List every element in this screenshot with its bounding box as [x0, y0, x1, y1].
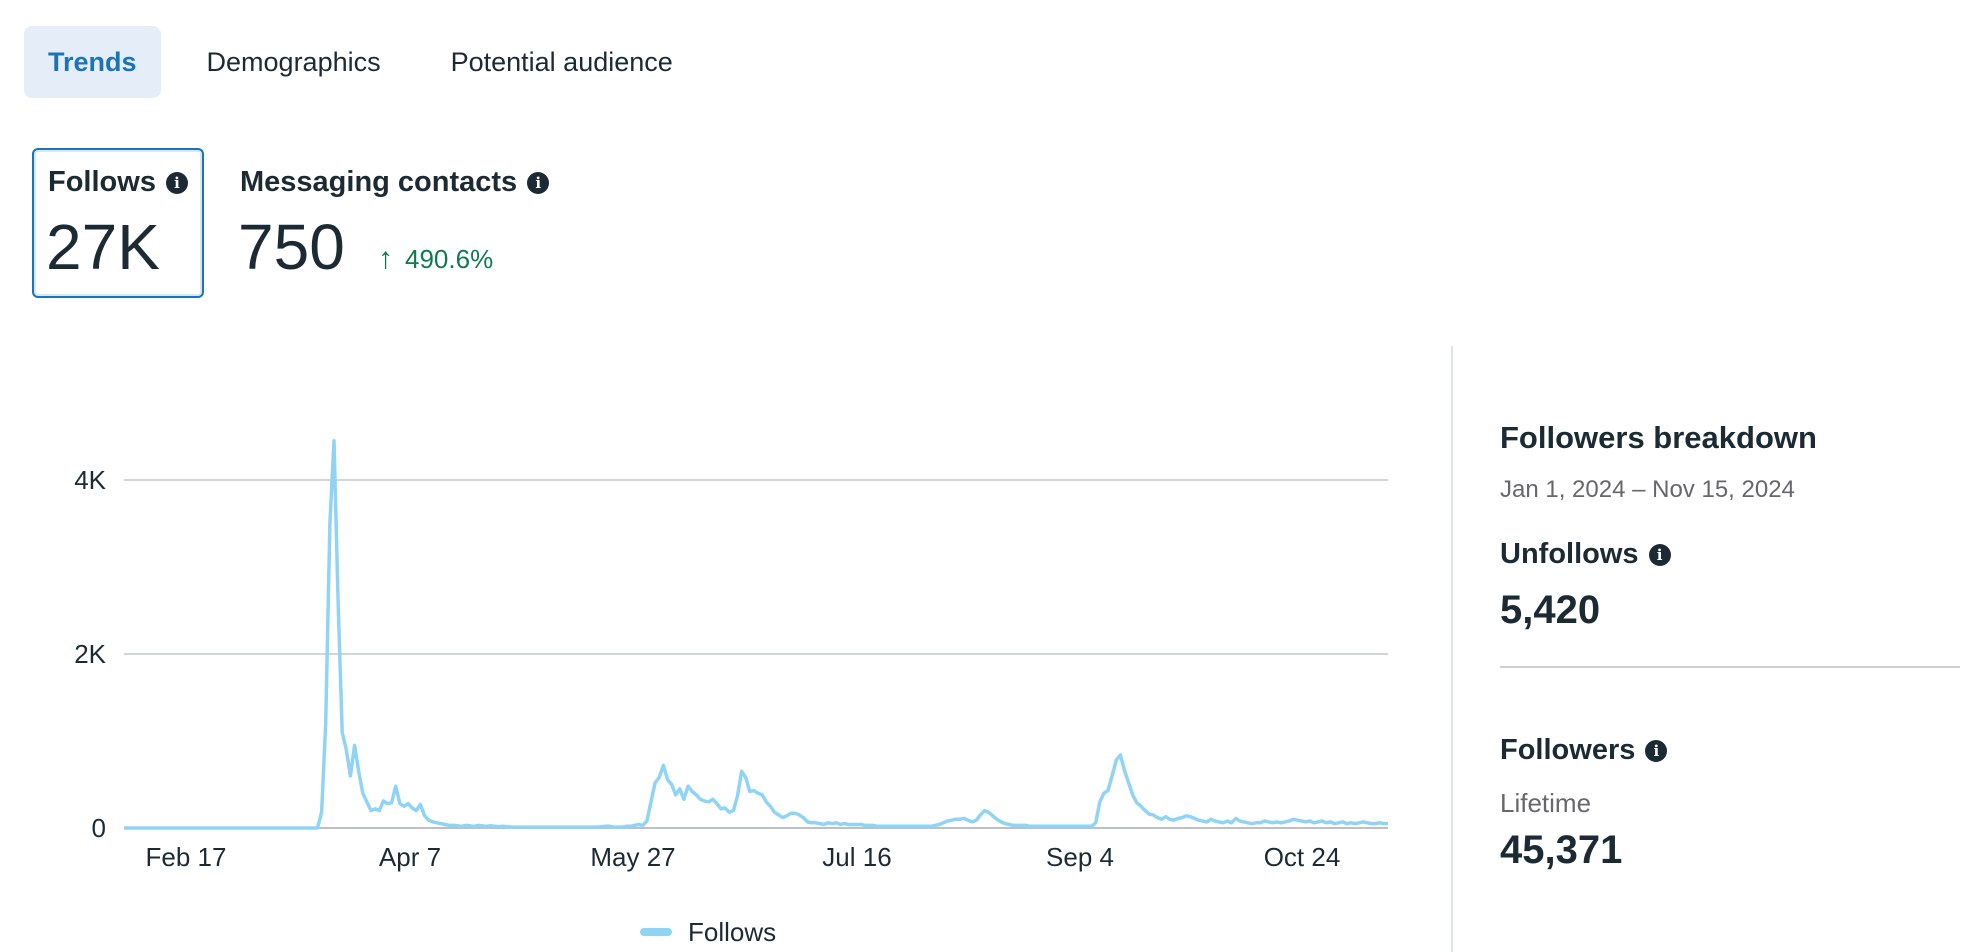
x-tick-label: May 27: [590, 842, 675, 872]
metric-label-text: Follows: [48, 166, 156, 198]
metric-value: 750: [238, 211, 345, 283]
info-icon[interactable]: i: [527, 171, 550, 194]
unfollows-value: 5,420: [1500, 588, 1601, 632]
metric-card-messaging-contacts[interactable]: Messaging contacts i 750 ↑ 490.6%: [238, 148, 618, 298]
legend-label: Follows: [688, 917, 776, 947]
followers-label: Followers i: [1500, 734, 1668, 767]
y-tick-label: 4K: [74, 465, 106, 495]
y-tick-label: 0: [92, 813, 106, 843]
metric-delta-value: 490.6%: [405, 243, 494, 274]
date-range: Jan 1, 2024 – Nov 15, 2024: [1500, 476, 1795, 503]
metric-card-follows[interactable]: Follows i 27K: [32, 148, 204, 298]
tab-bar: Trends Demographics Potential audience: [24, 26, 719, 98]
y-tick-label: 2K: [74, 639, 106, 669]
x-tick-label: Sep 4: [1046, 842, 1114, 872]
metric-value: 27K: [46, 211, 160, 283]
unfollows-label-text: Unfollows: [1500, 538, 1639, 570]
x-tick-label: Apr 7: [379, 842, 441, 872]
metric-delta: ↑ 490.6%: [378, 242, 493, 276]
tab-potential-audience[interactable]: Potential audience: [427, 26, 697, 98]
unfollows-label: Unfollows i: [1500, 538, 1671, 571]
x-tick-label: Oct 24: [1264, 842, 1341, 872]
metric-label: Follows i: [48, 166, 188, 199]
metric-label-text: Messaging contacts: [240, 166, 518, 198]
tab-trends[interactable]: Trends: [24, 26, 161, 98]
info-icon[interactable]: i: [1648, 543, 1671, 566]
info-icon[interactable]: i: [1645, 739, 1668, 762]
arrow-up-icon: ↑: [378, 242, 393, 275]
followers-sublabel: Lifetime: [1500, 788, 1592, 818]
tab-demographics[interactable]: Demographics: [183, 26, 405, 98]
follows-line-chart: 0 2K 4K Feb 17 Apr 7 May 27 Jul 16 Sep 4 Oct 24 F…: [74, 439, 1388, 947]
series-line-follows[interactable]: [124, 439, 1388, 830]
x-tick-label: Jul 16: [822, 842, 891, 872]
vertical-divider: [1451, 346, 1453, 952]
follows-chart: 0 2K 4K Feb 17 Apr 7 May 27 Jul 16 Sep 4 Oct 24 F…: [0, 340, 1420, 952]
panel-title: Followers breakdown: [1500, 420, 1817, 455]
followers-value: 45,371: [1500, 828, 1623, 872]
info-icon[interactable]: i: [165, 171, 188, 194]
followers-label-text: Followers: [1500, 734, 1636, 766]
metric-label: Messaging contacts i: [240, 166, 550, 199]
x-tick-label: Feb 17: [146, 842, 227, 872]
section-divider: [1500, 666, 1960, 668]
